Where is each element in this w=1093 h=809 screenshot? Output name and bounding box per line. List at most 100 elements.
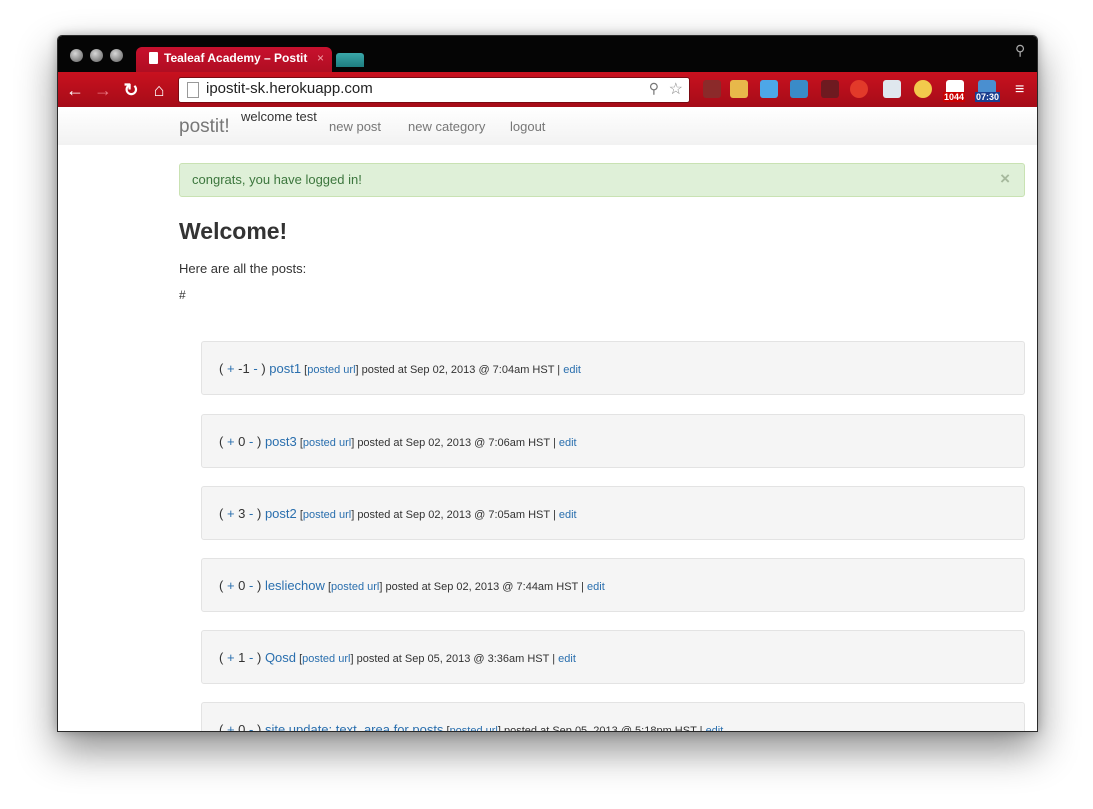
- post-item: ( + 0 - ) post3 [posted url] posted at S…: [201, 414, 1025, 468]
- close-window-button[interactable]: [70, 49, 83, 62]
- extension-elephant-icon[interactable]: [703, 80, 721, 98]
- upvote-link[interactable]: +: [227, 650, 235, 665]
- vote-open-paren: (: [219, 506, 227, 521]
- title-bar: Tealeaf Academy – Postit × ⚲: [58, 36, 1037, 72]
- reload-icon[interactable]: ↻: [120, 79, 142, 101]
- site-navbar: postit! welcome test new post new catego…: [58, 107, 1037, 146]
- post-meta: posted at Sep 05, 2013 @ 5:18pm HST |: [504, 725, 703, 732]
- upvote-link[interactable]: +: [227, 578, 235, 593]
- edit-post-link[interactable]: edit: [559, 509, 577, 521]
- vote-open-paren: (: [219, 361, 227, 376]
- tab-close-button[interactable]: ×: [317, 51, 324, 65]
- post-title-link[interactable]: lesliechow: [265, 578, 325, 593]
- post-line: ( + 0 - ) post3 [posted url] posted at S…: [219, 434, 577, 449]
- browser-window: Tealeaf Academy – Postit × ⚲ ← → ↻ ⌂ ipo…: [57, 35, 1038, 732]
- search-icon[interactable]: ⚲: [649, 80, 659, 97]
- vote-close-paren: ): [253, 722, 265, 732]
- alert-message: congrats, you have logged in!: [192, 172, 362, 187]
- edit-post-link[interactable]: edit: [559, 437, 577, 449]
- posted-url-link[interactable]: posted url: [307, 364, 355, 376]
- gmail-count-badge: 1044: [943, 92, 966, 102]
- edit-post-link[interactable]: edit: [558, 653, 576, 665]
- alert-close-button[interactable]: ×: [1000, 169, 1010, 189]
- vote-close-paren: ): [253, 434, 265, 449]
- post-line: ( + 0 - ) site update: text_area for pos…: [219, 722, 724, 732]
- bookmark-star-icon[interactable]: ☆: [669, 79, 683, 99]
- upvote-link[interactable]: +: [227, 722, 235, 731]
- post-line: ( + 1 - ) Qosd [posted url] posted at Se…: [219, 650, 576, 665]
- post-title-link[interactable]: post3: [265, 434, 297, 449]
- extension-ez-icon[interactable]: [730, 80, 748, 98]
- extension-alarm-icon[interactable]: [914, 80, 932, 98]
- post-title-link[interactable]: post2: [265, 506, 297, 521]
- vote-close-paren: ): [257, 361, 270, 376]
- new-tab-button[interactable]: [336, 53, 364, 67]
- extension-screen-icon[interactable]: [883, 80, 901, 98]
- page-icon: [187, 82, 199, 98]
- posted-url-link[interactable]: posted url: [331, 581, 379, 593]
- post-title-link[interactable]: Qosd: [265, 650, 296, 665]
- vote-open-paren: (: [219, 650, 227, 665]
- page-title: Welcome!: [179, 218, 288, 244]
- success-alert: congrats, you have logged in! ×: [179, 163, 1025, 197]
- forward-arrow-icon[interactable]: →: [92, 79, 114, 101]
- browser-menu-icon[interactable]: ≡: [1015, 81, 1029, 98]
- post-meta: posted at Sep 02, 2013 @ 7:05am HST |: [357, 509, 556, 521]
- posts-intro: Here are all the posts:: [179, 261, 307, 276]
- vote-open-paren: (: [219, 578, 227, 593]
- extension-speaker-icon[interactable]: [821, 80, 839, 98]
- post-meta: posted at Sep 02, 2013 @ 7:44am HST |: [385, 581, 584, 593]
- post-line: ( + 0 - ) lesliechow [posted url] posted…: [219, 578, 605, 593]
- back-arrow-icon[interactable]: ←: [64, 79, 86, 101]
- post-item: ( + 0 - ) site update: text_area for pos…: [201, 702, 1025, 732]
- home-icon[interactable]: ⌂: [148, 79, 170, 101]
- post-title-link[interactable]: site update: text_area for posts: [265, 722, 444, 731]
- posted-url-link[interactable]: posted url: [450, 725, 498, 731]
- post-item: ( + -1 - ) post1 [posted url] posted at …: [201, 341, 1025, 395]
- vote-open-paren: (: [219, 722, 227, 732]
- upvote-link[interactable]: +: [227, 506, 235, 521]
- profile-icon[interactable]: ⚲: [1015, 42, 1027, 58]
- extension-diamond-icon[interactable]: [760, 80, 778, 98]
- tab-title: Tealeaf Academy – Postit: [164, 51, 308, 65]
- vote-close-paren: ): [253, 650, 265, 665]
- brand-logo[interactable]: postit!: [179, 116, 230, 138]
- post-item: ( + 3 - ) post2 [posted url] posted at S…: [201, 486, 1025, 540]
- adblock-plus-icon[interactable]: [850, 80, 868, 98]
- vote-close-paren: ): [253, 506, 265, 521]
- nav-logout-link[interactable]: logout: [510, 119, 545, 134]
- extension-amazon-icon[interactable]: [790, 80, 808, 98]
- edit-post-link[interactable]: edit: [706, 725, 724, 731]
- post-item: ( + 1 - ) Qosd [posted url] posted at Se…: [201, 630, 1025, 684]
- nav-new-post-link[interactable]: new post: [329, 119, 381, 134]
- clock-badge: 07:30: [975, 92, 1001, 102]
- browser-toolbar: ← → ↻ ⌂ ipostit-sk.herokuapp.com ⚲ ☆ 104…: [58, 72, 1037, 107]
- minimize-window-button[interactable]: [90, 49, 103, 62]
- vote-close-paren: ): [253, 578, 265, 593]
- post-title-link[interactable]: post1: [269, 361, 301, 376]
- post-line: ( + 3 - ) post2 [posted url] posted at S…: [219, 506, 577, 521]
- upvote-link[interactable]: +: [227, 434, 235, 449]
- edit-post-link[interactable]: edit: [587, 581, 605, 593]
- vote-open-paren: (: [219, 434, 227, 449]
- post-meta: posted at Sep 02, 2013 @ 7:04am HST |: [361, 364, 561, 376]
- post-meta: posted at Sep 05, 2013 @ 3:36am HST |: [356, 653, 556, 665]
- post-item: ( + 0 - ) lesliechow [posted url] posted…: [201, 558, 1025, 612]
- browser-tab-active[interactable]: Tealeaf Academy – Postit ×: [136, 47, 332, 72]
- nav-welcome-user[interactable]: welcome test: [241, 109, 317, 124]
- address-bar[interactable]: ipostit-sk.herokuapp.com ⚲ ☆: [178, 77, 690, 103]
- post-line: ( + -1 - ) post1 [posted url] posted at …: [219, 361, 581, 376]
- posted-url-link[interactable]: posted url: [303, 437, 351, 449]
- upvote-link[interactable]: +: [227, 361, 235, 376]
- edit-post-link[interactable]: edit: [563, 364, 581, 376]
- page-icon: [149, 52, 158, 64]
- page-content: congrats, you have logged in! × Welcome!…: [58, 145, 1037, 731]
- nav-new-category-link[interactable]: new category: [408, 119, 485, 134]
- post-meta: posted at Sep 02, 2013 @ 7:06am HST |: [357, 437, 556, 449]
- hash-marker: #: [179, 288, 186, 302]
- zoom-window-button[interactable]: [110, 49, 123, 62]
- posted-url-link[interactable]: posted url: [303, 509, 351, 521]
- posted-url-link[interactable]: posted url: [302, 653, 350, 665]
- address-url[interactable]: ipostit-sk.herokuapp.com: [206, 80, 373, 97]
- vote-count-value: -1: [238, 361, 250, 376]
